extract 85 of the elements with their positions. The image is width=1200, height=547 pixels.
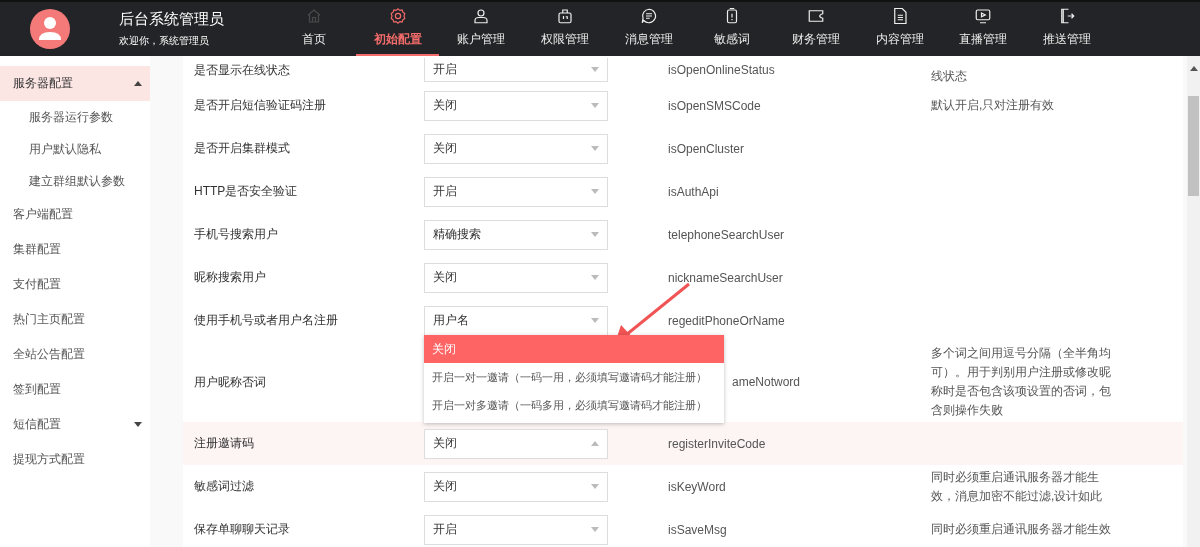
caret-down-icon [591, 527, 599, 532]
wallet-icon [806, 7, 825, 25]
sidebar-item[interactable]: 客户端配置 [0, 197, 150, 232]
sidebar-item[interactable]: 签到配置 [0, 372, 150, 407]
setting-key: telephoneSearchUser [668, 227, 785, 242]
exit-door-icon [1058, 7, 1077, 25]
setting-label: 是否开启短信验证码注册 [194, 98, 326, 112]
scrollbar-thumb[interactable] [1188, 96, 1199, 196]
caret-down-icon [591, 275, 599, 280]
caret-down-icon [134, 422, 142, 427]
setting-key: regeditPhoneOrName [668, 313, 785, 328]
video-play-icon [974, 7, 993, 25]
setting-description: 同时必须重启通讯服务器才能生效 [931, 522, 1111, 536]
scrollbar[interactable] [1187, 56, 1200, 547]
setting-key: isOpenCluster [668, 141, 745, 156]
select-field[interactable]: 关闭 [424, 133, 608, 164]
sidebar-subitem[interactable]: 用户默认隐私 [0, 133, 150, 165]
sidebar-item[interactable]: 服务器配置 [0, 66, 150, 101]
setting-description: 默认开启,只对注册有效 [931, 98, 1055, 112]
caret-down-icon [591, 67, 599, 72]
chat-bubble-icon [639, 7, 658, 25]
setting-key: isOpenSMSCode [668, 98, 761, 113]
nav-tab[interactable]: 内容管理 [857, 2, 942, 56]
select-field[interactable]: 用户名 [424, 305, 608, 336]
setting-description: 线状态 [931, 69, 967, 83]
sidebar-item[interactable]: 短信配置 [0, 407, 150, 442]
sidebar-subitem[interactable]: 服务器运行参数 [0, 101, 150, 133]
setting-label: 用户昵称否词 [194, 374, 266, 389]
caret-down-icon [591, 318, 599, 323]
sidebar-item[interactable]: 支付配置 [0, 267, 150, 302]
setting-key: isOpenOnlineStatus [668, 63, 775, 77]
sidebar-item[interactable]: 热门主页配置 [0, 302, 150, 337]
welcome-text: 欢迎你，系统管理员 [119, 34, 210, 48]
setting-key: nicknameSearchUser [668, 270, 783, 285]
sidebar-item[interactable]: 提现方式配置 [0, 442, 150, 477]
select-field[interactable]: 关闭 [424, 428, 608, 459]
dropdown-option[interactable]: 开启一对一邀请（一码一用，必须填写邀请码才能注册） [424, 362, 724, 391]
scroll-up-icon[interactable] [1189, 66, 1198, 71]
admin-title: 后台系统管理员 [119, 10, 224, 29]
caret-down-icon [591, 146, 599, 151]
person-icon [472, 7, 491, 25]
select-field[interactable]: 关闭 [424, 471, 608, 502]
caret-down-icon [591, 484, 599, 489]
sidebar-item[interactable]: 集群配置 [0, 232, 150, 267]
setting-label: 手机号搜索用户 [194, 227, 278, 241]
briefcase-icon [555, 7, 574, 25]
nav-tab[interactable]: 直播管理 [941, 2, 1026, 56]
select-field[interactable]: 开启 [424, 514, 608, 545]
select-field[interactable]: 关闭 [424, 90, 608, 121]
setting-key: registerInviteCode [668, 436, 766, 451]
setting-key: isKeyWord [668, 479, 726, 494]
setting-label: 保存单聊聊天记录 [194, 522, 290, 536]
setting-description: 多个词之间用逗号分隔（全半角均可）。用于判别用户注册或修改昵称时是否包含该项设置的否词，包含则操作失败 [931, 346, 1111, 417]
setting-label: 使用手机号或者用户名注册 [194, 313, 338, 327]
avatar-icon [30, 9, 70, 49]
caret-down-icon [591, 103, 599, 108]
setting-key: isSaveMsg [668, 522, 727, 537]
setting-label: 是否开启集群模式 [194, 141, 290, 155]
nav-tab[interactable]: 账户管理 [439, 2, 524, 56]
setting-label: 注册邀请码 [194, 436, 254, 450]
nav-tab[interactable]: 财务管理 [774, 2, 858, 56]
select-field[interactable]: 关闭 [424, 262, 608, 293]
setting-label: 敏感词过滤 [194, 479, 254, 493]
setting-label: 昵称搜索用户 [194, 270, 266, 284]
nav-tab[interactable]: 敏感词 [690, 2, 775, 56]
setting-label: 是否显示在线状态 [194, 62, 290, 77]
nav-tab[interactable]: 消息管理 [606, 2, 691, 56]
select-field[interactable]: 开启 [424, 58, 608, 82]
sidebar-subitem[interactable]: 建立群组默认参数 [0, 165, 150, 197]
setting-key: isAuthApi [668, 184, 719, 199]
caret-down-icon [591, 232, 599, 237]
caret-down-icon [591, 189, 599, 194]
caret-up-icon [134, 81, 142, 86]
setting-label: HTTP是否安全验证 [194, 184, 298, 198]
select-field[interactable]: 精确搜索 [424, 219, 608, 250]
select-field[interactable]: 开启 [424, 176, 608, 207]
nav-tab[interactable]: 首页 [272, 2, 356, 56]
caret-up-icon [591, 441, 599, 446]
nav-tab[interactable]: 权限管理 [523, 2, 607, 56]
sidebar-item[interactable]: 全站公告配置 [0, 337, 150, 372]
setting-key: ameNotword [732, 375, 801, 389]
setting-description: 同时必须重启通讯服务器才能生效，消息加密不能过滤,设计如此 [931, 469, 1103, 503]
dropdown-option[interactable]: 开启一对多邀请（一码多用，必须填写邀请码才能注册） [424, 390, 724, 419]
nav-tab[interactable]: 推送管理 [1025, 2, 1109, 56]
gear-icon [388, 7, 407, 25]
